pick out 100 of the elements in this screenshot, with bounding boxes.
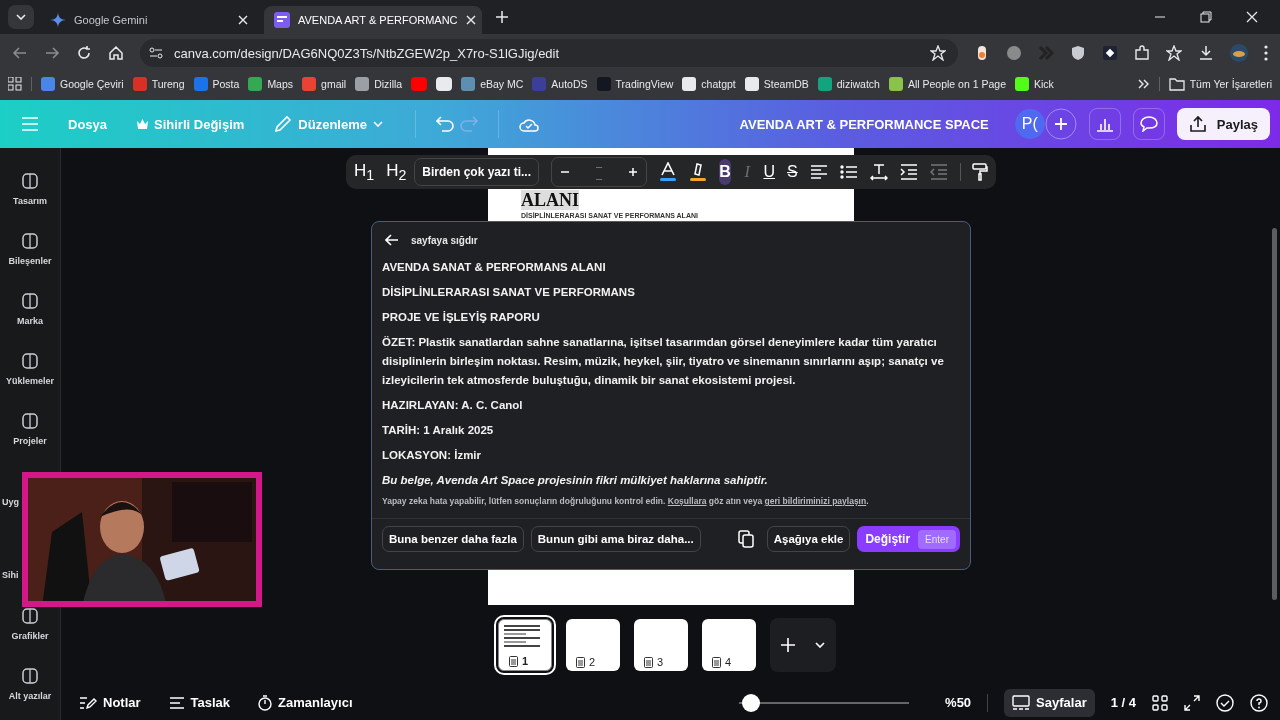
apps-icon[interactable] [8,77,22,91]
user-avatar[interactable]: P( [1014,109,1045,139]
sidebar-item[interactable]: Marka [17,292,43,328]
text-style-button[interactable]: B [719,159,731,185]
text-style-button[interactable]: S [787,159,798,185]
share-button[interactable]: Paylaş [1176,108,1270,140]
fullscreen-icon[interactable] [1184,694,1200,711]
sidebar-item[interactable]: Yüklemeler [6,352,54,388]
undo-icon[interactable] [436,116,454,132]
bookmark-link[interactable]: TradingView [596,77,674,91]
terms-link[interactable]: Koşullara [667,496,707,506]
all-bookmarks-link[interactable]: Tüm Yer İşaretleri [1168,77,1272,91]
paint-roller-icon[interactable] [972,163,988,181]
bookmark-link[interactable]: Dizilla [355,77,403,91]
heading-button[interactable]: H$_{2}$ [386,160,407,184]
shield-icon[interactable] [1070,45,1086,61]
close-icon[interactable] [465,15,476,25]
analytics-button[interactable] [1088,108,1121,140]
tab-list-button[interactable] [8,5,34,29]
suggestion-button[interactable]: Buna benzer daha fazla [382,526,524,552]
download-icon[interactable] [1198,45,1214,61]
outline-button[interactable]: Taslak [162,694,237,711]
sidebar-item[interactable]: Bileşenler [8,232,52,268]
letter-spacing-icon[interactable] [869,163,888,181]
sidebar-item[interactable]: Tasarım [13,172,47,208]
bookmark-link[interactable]: AutoDS [532,77,588,91]
indent-icon[interactable] [899,164,918,180]
close-icon[interactable] [1246,11,1258,23]
scrollbar[interactable] [1272,228,1277,600]
outdent-icon[interactable] [929,164,948,180]
bookmark-link[interactable]: Kick [1015,77,1054,91]
more-icon[interactable] [1264,45,1268,61]
sidebar-item[interactable]: Grafikler [11,607,49,643]
chevron-down-icon[interactable] [815,642,825,648]
new-tab-icon[interactable] [496,11,508,23]
notes-button[interactable]: Notlar [73,694,147,711]
copy-icon[interactable] [737,530,754,548]
check-circle-icon[interactable] [1216,693,1234,712]
browser-tab[interactable]: AVENDA ART & PERFORMANC [264,6,482,34]
avatar-icon[interactable] [1230,44,1248,62]
add-person-icon[interactable] [1044,108,1077,140]
replace-button[interactable]: Değiştir Enter [857,526,960,552]
chevrons-icon[interactable] [1137,79,1150,89]
star-icon[interactable] [930,45,946,61]
bookmark-link[interactable]: Google Çeviri [41,77,124,91]
sidebar-item[interactable]: Uyg [0,497,19,508]
bullet-list-icon[interactable] [839,165,858,179]
font-dropdown[interactable]: Birden çok yazı ti... [414,158,539,186]
bookmark-icon [744,77,759,91]
site-settings-icon[interactable] [148,45,164,61]
puzzle-icon[interactable] [1134,45,1150,61]
reload-icon[interactable] [76,45,92,61]
plus-icon[interactable] [628,167,639,177]
bookmarks-star-icon[interactable] [1166,45,1182,61]
text-style-button[interactable]: U [763,159,775,185]
back-icon[interactable] [12,45,28,61]
sidebar-item[interactable]: Sihi [0,570,19,581]
bookmark-link[interactable]: Maps [248,77,294,91]
browser-tab[interactable]: Google Gemini [40,6,258,34]
cloud-check-icon[interactable] [519,116,539,132]
slider-thumb[interactable] [742,693,761,712]
insert-below-button[interactable]: Aşağıya ekle [766,526,851,552]
document-icon [274,12,290,28]
timer-button[interactable]: Zamanlayıcı [252,693,359,712]
highlighter-icon[interactable] [689,162,708,182]
bookmark-link[interactable]: diziwatch [817,77,880,91]
font-size-value[interactable]: – – [596,160,603,184]
close-icon[interactable] [238,15,248,25]
back-link[interactable]: sayfaya sığdır [382,234,960,246]
page-thumbnail[interactable]: 2 [566,619,620,671]
bookmark-link[interactable]: chatgpt [682,77,736,91]
help-icon[interactable] [1250,693,1268,712]
restore-icon[interactable] [1200,11,1212,23]
pages-button[interactable]: Sayfalar [1004,688,1095,717]
address-bar[interactable]: canva.com/design/DAG6NQ0Z3Ts/NtbZGEW2p_X7ro-S1lGJig/edit [140,39,958,67]
heading-button[interactable]: H$_{1}$ [354,160,375,184]
bookmark-link[interactable]: gmail [302,77,347,91]
design-title[interactable]: AVENDA ART & PERFORMANCE SPACE [739,116,989,132]
align-left-icon[interactable] [809,165,828,179]
bookmark-link[interactable]: Posta [193,77,240,91]
text-color-icon[interactable] [659,162,678,182]
zoom-value[interactable]: %50 [945,695,972,710]
page-thumbnail[interactable]: 4 [702,619,756,671]
bookmark-link[interactable]: Tureng [132,77,185,91]
page-counter: 1 / 4 [1110,695,1136,710]
sidebar-item[interactable]: Projeler [13,412,47,448]
bookmark-icon[interactable] [436,77,453,91]
extension-icon[interactable] [1102,45,1118,61]
sidebar-item[interactable]: Alt yazılar [8,667,52,703]
comment-button[interactable] [1132,108,1165,140]
bookmark-link[interactable]: All People on 1 Page [888,77,1006,91]
suggestion-button[interactable]: Bunun gibi ama biraz daha... [530,526,701,552]
bookmark-link[interactable]: SteamDB [744,77,809,91]
forward-icon[interactable] [44,45,60,61]
sparkle-icon [50,12,66,28]
home-icon[interactable] [108,45,124,61]
page-thumbnail[interactable]: 3 [634,619,688,671]
bookmark-link[interactable]: eBay MC [461,77,524,91]
plus-icon[interactable] [781,638,795,652]
grid-icon[interactable] [1152,694,1168,711]
